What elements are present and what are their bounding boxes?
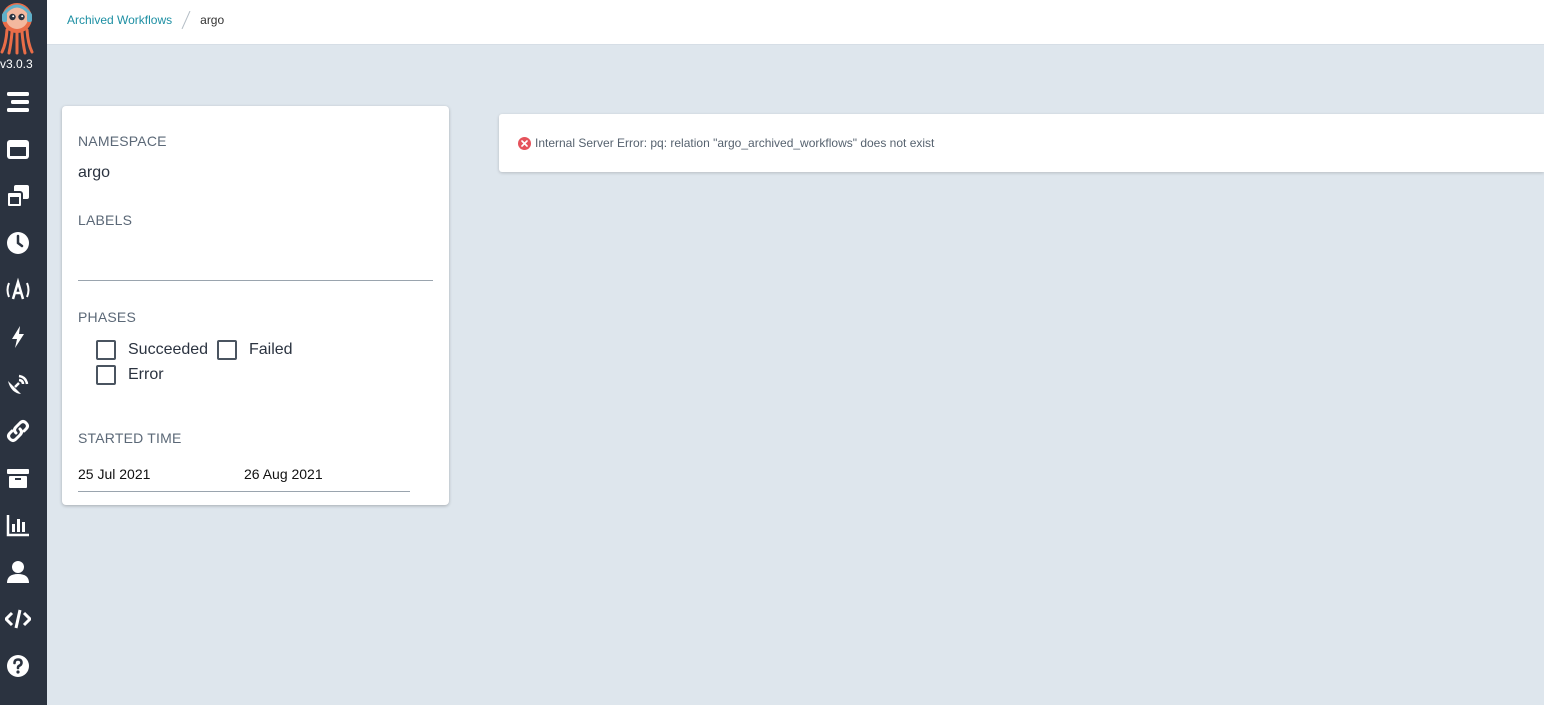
phases-title: PHASES: [78, 309, 136, 325]
chart-bar-icon: [6, 515, 29, 537]
argo-logo[interactable]: [0, 0, 47, 56]
phase-checkbox-succeeded[interactable]: Succeeded: [96, 340, 208, 360]
sidebar-item-sensors[interactable]: [0, 322, 36, 352]
phase-label: Succeeded: [128, 341, 209, 358]
phase-checkbox-error[interactable]: Error: [96, 365, 164, 385]
checkbox-box: [217, 340, 237, 360]
archive-icon: [7, 469, 29, 488]
sidebar-item-event-sources[interactable]: [0, 275, 36, 305]
clone-icon: [6, 185, 29, 208]
top-bar: Archived Workflows argo: [47, 0, 1544, 45]
sidebar-item-api-docs[interactable]: [0, 604, 36, 634]
sidebar-item-templates[interactable]: [0, 134, 36, 164]
sidebar-item-help[interactable]: [0, 651, 36, 681]
breadcrumb-archived-workflows-link[interactable]: Archived Workflows: [67, 13, 172, 27]
checkbox-box: [96, 340, 116, 360]
sidebar-item-api-docs-link[interactable]: [0, 416, 36, 446]
link-icon: [7, 420, 29, 442]
question-circle-icon: [7, 655, 29, 677]
max-started-date-picker[interactable]: 26 Aug 2021: [244, 466, 323, 482]
argo-octopus-icon: [0, 3, 34, 55]
satellite-dish-icon: [8, 374, 29, 394]
namespace-title: NAMESPACE: [78, 133, 167, 149]
checkbox-box: [96, 365, 116, 385]
labels-input-underline: [78, 280, 433, 281]
min-started-date-picker[interactable]: 25 Jul 2021: [78, 466, 150, 482]
sidebar-item-archived-workflows[interactable]: [0, 463, 36, 493]
sidebar-item-user[interactable]: [0, 557, 36, 587]
breadcrumb-separator-icon: [181, 11, 191, 29]
labels-title: LABELS: [78, 212, 133, 228]
sidebar-item-workflows[interactable]: [0, 87, 36, 117]
broadcast-icon: [6, 277, 30, 300]
error-message: Internal Server Error: pq: relation "arg…: [535, 136, 935, 150]
code-icon: [5, 609, 31, 629]
sidebar-item-event-flow[interactable]: [0, 369, 36, 399]
sidebar-item-cron-workflows[interactable]: [0, 228, 36, 258]
version-label: v3.0.3: [0, 57, 33, 71]
breadcrumb: Archived Workflows argo: [67, 11, 224, 29]
window-icon: [7, 140, 29, 159]
sidebar-item-cluster-templates[interactable]: [0, 181, 36, 211]
date-range-underline: [78, 491, 410, 492]
phase-label: Failed: [249, 341, 293, 358]
user-icon: [7, 561, 29, 583]
stream-icon: [7, 92, 29, 112]
breadcrumb-current-namespace: argo: [200, 13, 225, 27]
started-time-title: STARTED TIME: [78, 430, 182, 446]
bolt-icon: [12, 326, 24, 348]
sidebar-item-reports[interactable]: [0, 510, 36, 540]
namespace-value[interactable]: argo: [78, 164, 110, 182]
error-notice: Internal Server Error: pq: relation "arg…: [499, 114, 1544, 172]
labels-input[interactable]: [78, 250, 437, 280]
clock-icon: [7, 232, 29, 254]
filters-panel: NAMESPACE argo LABELS PHASES Succeeded F…: [62, 106, 449, 505]
sidebar: v3.0.3: [0, 0, 47, 705]
phase-label: Error: [128, 366, 164, 383]
phase-checkbox-failed[interactable]: Failed: [217, 340, 293, 360]
error-circle-icon: [518, 136, 531, 150]
